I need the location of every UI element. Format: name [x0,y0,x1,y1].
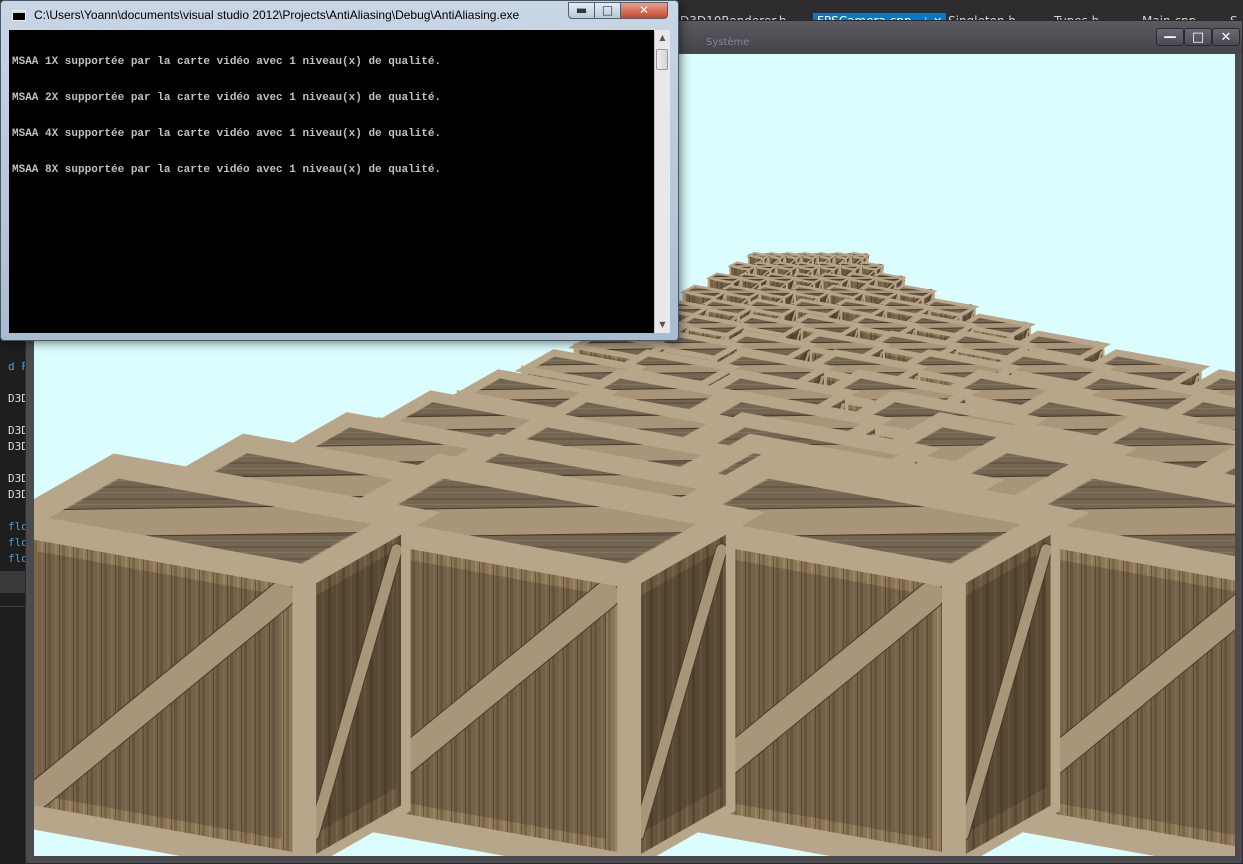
minimize-button[interactable]: ▬ [568,2,595,19]
maximize-button[interactable]: □ [1184,28,1212,46]
console-line: MSAA 1X supportée par la carte vidéo ave… [12,56,442,68]
console-scrollbar[interactable]: ▲ ▼ [654,30,670,333]
crate [34,453,441,856]
scroll-up-icon[interactable]: ▲ [655,30,670,46]
render-window-title: Système [706,37,750,48]
scrollbar-thumb[interactable] [656,49,668,70]
minimize-button[interactable]: — [1156,28,1184,46]
console-output[interactable]: MSAA 1X supportée par la carte vidéo ave… [9,30,670,333]
console-line: MSAA 4X supportée par la carte vidéo ave… [12,128,442,140]
crate-face [745,251,772,260]
console-window[interactable]: C:\Users\Yoann\documents\visual studio 2… [0,0,679,341]
console-line: MSAA 2X supportée par la carte vidéo ave… [12,92,442,104]
close-button[interactable]: ✕ [620,2,668,19]
console-line: MSAA 8X supportée par la carte vidéo ave… [12,164,442,176]
maximize-button[interactable]: □ [594,2,621,19]
crate-grid [34,251,1235,856]
console-app-icon [12,10,26,21]
close-button[interactable]: ✕ [1212,28,1240,46]
console-text: MSAA 1X supportée par la carte vidéo ave… [12,32,652,200]
console-title: C:\Users\Yoann\documents\visual studio 2… [34,8,520,22]
scroll-down-icon[interactable]: ▼ [655,317,670,333]
